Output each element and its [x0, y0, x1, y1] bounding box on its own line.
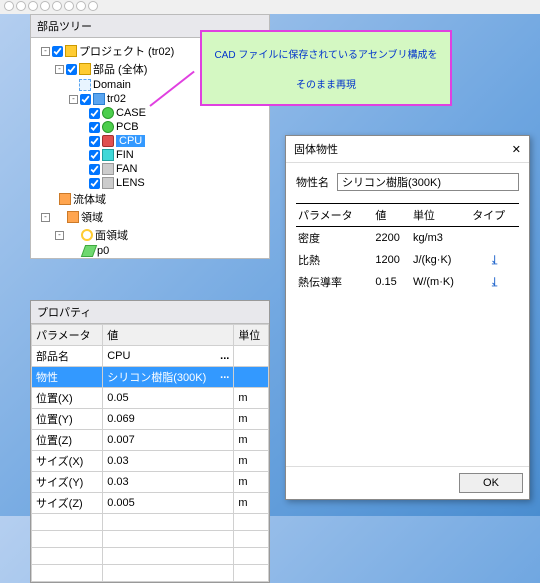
ok-button[interactable]: OK [459, 473, 523, 493]
tree-item-fin[interactable]: FIN [116, 149, 134, 161]
tree-region[interactable]: 領域 [81, 209, 103, 225]
tree-item-lens[interactable]: LENS [116, 177, 145, 189]
tree-parts[interactable]: 部品 (全体) [93, 61, 147, 77]
collapse-icon[interactable]: - [55, 65, 64, 74]
folder-icon [67, 211, 79, 223]
callout-line2: そのまま再現 [296, 76, 356, 91]
property-row[interactable]: 部品名CPU... [32, 346, 269, 367]
part-icon [102, 107, 114, 119]
property-row[interactable]: 位置(Z)0.007m [32, 430, 269, 451]
mcol-value: 値 [373, 204, 411, 227]
property-title: プロパティ [31, 301, 269, 324]
check-tr02[interactable] [80, 94, 91, 105]
property-table[interactable]: パラメータ 値 単位 部品名CPU...物性シリコン樹脂(300K)...位置(… [31, 324, 269, 582]
app-toolbar [0, 0, 540, 14]
part-icon [102, 121, 114, 133]
tree-domain[interactable]: Domain [93, 79, 131, 91]
property-row[interactable]: サイズ(Y)0.03m [32, 472, 269, 493]
check-pcb[interactable] [89, 122, 100, 133]
folder-icon [65, 45, 77, 57]
collapse-icon[interactable]: - [41, 213, 50, 222]
tree-root[interactable]: プロジェクト (tr02) [79, 43, 174, 59]
tree-surf-p0[interactable]: p0 [97, 245, 109, 257]
dialog-title: 固体物性 [294, 141, 338, 157]
check-fan[interactable] [89, 164, 100, 175]
anchor-icon[interactable]: ⥙ [492, 254, 497, 266]
col-param: パラメータ [32, 325, 103, 346]
part-icon [102, 177, 114, 189]
material-name-label: 物性名 [296, 174, 329, 190]
tree-tr02[interactable]: tr02 [107, 93, 126, 105]
col-unit: 単位 [234, 325, 269, 346]
collapse-icon[interactable]: - [41, 47, 50, 56]
ellipsis-button[interactable]: ... [220, 369, 229, 381]
material-row[interactable]: 熱伝導率0.15W/(m·K)⥙ [296, 271, 519, 293]
anchor-icon[interactable]: ⥙ [492, 276, 497, 288]
callout-line1: CAD ファイルに保存されているアセンブリ構成を [214, 46, 437, 61]
part-icon [102, 149, 114, 161]
surface-icon [81, 245, 97, 257]
property-row[interactable]: 物性シリコン樹脂(300K)... [32, 367, 269, 388]
tree-item-pcb[interactable]: PCB [116, 121, 139, 133]
tree-surf-region[interactable]: 面領域 [95, 227, 128, 243]
domain-icon [79, 79, 91, 91]
material-row[interactable]: 密度2200kg/m3 [296, 227, 519, 250]
property-row[interactable]: 位置(X)0.05m [32, 388, 269, 409]
material-row[interactable]: 比熱1200J/(kg·K)⥙ [296, 249, 519, 271]
mcol-unit: 単位 [411, 204, 470, 227]
part-icon [102, 135, 114, 147]
check-parts[interactable] [66, 64, 77, 75]
col-value: 値 [103, 325, 234, 346]
tree-item-case[interactable]: CASE [116, 107, 146, 119]
collapse-icon[interactable]: - [55, 231, 64, 240]
property-row[interactable]: 位置(Y)0.069m [32, 409, 269, 430]
property-panel: プロパティ パラメータ 値 単位 部品名CPU...物性シリコン樹脂(300K)… [30, 300, 270, 583]
mcol-type: タイプ [470, 204, 519, 227]
ring-icon [81, 229, 93, 241]
material-table: パラメータ 値 単位 タイプ 密度2200kg/m3比熱1200J/(kg·K)… [296, 203, 519, 293]
collapse-icon[interactable]: - [69, 95, 78, 104]
part-icon [93, 93, 105, 105]
material-name-input[interactable] [337, 173, 519, 191]
mcol-param: パラメータ [296, 204, 373, 227]
folder-icon [59, 193, 71, 205]
close-icon[interactable]: ✕ [512, 143, 521, 156]
tree-item-cpu-selected[interactable]: CPU [116, 135, 145, 147]
check-cpu[interactable] [89, 136, 100, 147]
tree-item-fan[interactable]: FAN [116, 163, 137, 175]
property-row[interactable]: サイズ(Z)0.005m [32, 493, 269, 514]
check-fin[interactable] [89, 150, 100, 161]
property-row[interactable]: サイズ(X)0.03m [32, 451, 269, 472]
check-project[interactable] [52, 46, 63, 57]
part-icon [102, 163, 114, 175]
material-dialog: 固体物性 ✕ 物性名 パラメータ 値 単位 タイプ 密度2200kg/m3比熱1… [285, 135, 530, 500]
callout-note: CAD ファイルに保存されているアセンブリ構成を そのまま再現 [200, 30, 452, 106]
ellipsis-button[interactable]: ... [220, 350, 229, 362]
check-case[interactable] [89, 108, 100, 119]
check-lens[interactable] [89, 178, 100, 189]
folder-icon [79, 63, 91, 75]
tree-fluid[interactable]: 流体域 [73, 191, 106, 207]
